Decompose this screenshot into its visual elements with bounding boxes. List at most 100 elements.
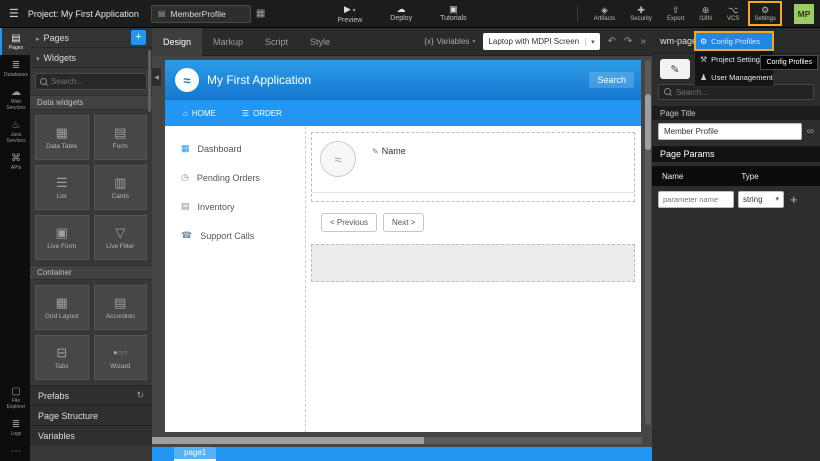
artifacts-button[interactable]: ◈ Artifacts	[591, 4, 619, 23]
search-icon	[664, 88, 672, 96]
tutorials-icon: ▣	[449, 4, 458, 14]
preview-nav-order[interactable]: ☰ ORDER	[242, 109, 282, 118]
user-avatar[interactable]: MP	[794, 4, 814, 24]
tab-design[interactable]: Design	[152, 28, 202, 56]
settings-button[interactable]: ⚙ Settings	[751, 4, 779, 23]
widget-tile-data-table[interactable]: ▦ Data Table	[35, 115, 89, 160]
next-page-button[interactable]: Next >	[383, 213, 424, 232]
rail-item-pages[interactable]: ▤ Pages	[0, 28, 30, 55]
widget-tile-cards[interactable]: ▥ Cards	[94, 165, 148, 210]
page-selector-dropdown[interactable]: ▤ MemberProfile	[151, 5, 251, 23]
previous-page-button[interactable]: < Previous	[321, 213, 377, 232]
collapse-arrow-icon	[36, 33, 44, 43]
widget-tile-live-form[interactable]: ▣ Live Form	[35, 215, 89, 260]
side-nav-support-calls[interactable]: ☎ Support Calls	[165, 221, 305, 250]
container-group-label: Container	[30, 265, 152, 280]
widget-tile-tabs[interactable]: ⊟ Tabs	[35, 335, 89, 380]
canvas-vertical-scrollbar[interactable]	[645, 60, 651, 425]
vertical-scroll-thumb[interactable]	[645, 94, 651, 150]
page-selector-value: MemberProfile	[170, 9, 225, 19]
deploy-button[interactable]: ☁ Deploy	[390, 4, 412, 24]
param-name-input[interactable]	[658, 191, 734, 208]
canvas-toolbar-right: {x} Variables Laptop with MDPI Screen ↶ …	[424, 33, 652, 50]
tutorials-button[interactable]: ▣ Tutorials	[440, 4, 467, 24]
collapse-panel-icon[interactable]: »	[640, 36, 646, 47]
widgets-header-label: Widgets	[44, 53, 77, 63]
rail-item-web-services[interactable]: ☁ Web Services	[0, 82, 30, 115]
grid-layout-icon: ▦	[56, 296, 68, 310]
menu-item-user-management[interactable]: ♟ User Management	[695, 68, 773, 86]
widget-tile-accordion[interactable]: ▤ Accordion	[94, 285, 148, 330]
undo-icon[interactable]: ↶	[608, 36, 616, 47]
add-param-button[interactable]: +	[790, 192, 798, 207]
page-structure-section-header[interactable]: Page Structure	[30, 405, 152, 425]
list-item-card[interactable]: ≈ ✎ Name	[312, 133, 634, 193]
tab-script[interactable]: Script	[254, 28, 299, 56]
param-type-select[interactable]: string	[738, 191, 784, 208]
edit-pencil-icon: ✎	[670, 63, 679, 76]
refresh-icon[interactable]: ↻	[136, 390, 144, 401]
left-panel-scrollbar[interactable]	[148, 50, 151, 112]
pages-grid-icon[interactable]: ▦	[256, 8, 265, 19]
page-title-input[interactable]	[658, 123, 802, 140]
left-icon-rail: ▤ Pages ≣ Databases ☁ Web Services ♨ Jav…	[0, 28, 30, 461]
side-nav-inventory[interactable]: ▤ Inventory	[165, 192, 305, 221]
add-page-button[interactable]: +	[131, 30, 146, 45]
preview-button[interactable]: ▶ Preview	[337, 4, 362, 24]
side-nav-pending-orders[interactable]: ◷ Pending Orders	[165, 163, 305, 192]
rail-item-file-explorer[interactable]: ▢ File Explorer	[0, 381, 30, 414]
rail-label: Databases	[3, 72, 29, 78]
rail-label: APIs	[10, 165, 23, 171]
i18n-button[interactable]: ⊕ I18N	[696, 4, 715, 23]
menu-item-config-profiles[interactable]: ⚙ Config Profiles	[695, 32, 773, 50]
preview-nav-home[interactable]: ⌂ HOME	[183, 109, 216, 118]
list-widget[interactable]: ≈ ✎ Name	[311, 132, 635, 202]
logs-icon: ≣	[12, 419, 20, 430]
container-tiles: ▦ Grid Layout ▤ Accordion ⊟ Tabs ●○○ Wiz…	[30, 280, 152, 385]
rendered-page-preview[interactable]: ≈ My First Application Search ⌂ HOME ☰ O…	[165, 60, 641, 432]
list-icon: ☰	[56, 176, 68, 190]
preview-app-title: My First Application	[207, 73, 311, 87]
vcs-button[interactable]: ⌥ VCS	[724, 4, 742, 23]
rail-item-more[interactable]: ⋯	[0, 441, 30, 461]
widget-search-input[interactable]	[51, 77, 142, 86]
horizontal-scroll-thumb[interactable]	[152, 437, 424, 444]
widget-tile-list[interactable]: ☰ List	[35, 165, 89, 210]
preview-search-button[interactable]: Search	[589, 72, 634, 88]
empty-container-widget[interactable]	[311, 244, 635, 282]
breadcrumb-label: wm-page	[660, 36, 697, 46]
prefabs-section-header[interactable]: Prefabs ↻	[30, 385, 152, 405]
more-icon: ⋯	[11, 446, 21, 457]
preview-nav-bar: ⌂ HOME ☰ ORDER	[165, 100, 641, 126]
bind-link-icon[interactable]: ∞	[807, 126, 814, 137]
edit-page-button[interactable]: ✎	[660, 59, 690, 79]
rail-item-java-services[interactable]: ♨ Java Services	[0, 115, 30, 148]
properties-search-input[interactable]	[676, 88, 808, 97]
pages-section-header[interactable]: Pages +	[30, 28, 152, 48]
variables-section-header[interactable]: Variables	[30, 425, 152, 445]
variables-dropdown[interactable]: {x} Variables	[424, 37, 475, 46]
page1-tab[interactable]: page1	[174, 447, 216, 461]
collapse-left-panel-icon[interactable]: ◀	[152, 68, 161, 86]
widgets-section-header[interactable]: Widgets	[30, 48, 152, 68]
widget-tile-wizard[interactable]: ●○○ Wizard	[94, 335, 148, 380]
rail-item-logs[interactable]: ≣ Logs	[0, 414, 30, 441]
side-nav-dashboard[interactable]: ▦ Dashboard	[165, 134, 305, 163]
preview-app-header[interactable]: ≈ My First Application Search	[165, 60, 641, 100]
canvas-horizontal-scrollbar[interactable]	[152, 437, 642, 444]
redo-icon[interactable]: ↷	[624, 36, 632, 47]
rail-item-databases[interactable]: ≣ Databases	[0, 55, 30, 82]
widget-tile-live-filter[interactable]: ▽ Live Filter	[94, 215, 148, 260]
device-dropdown[interactable]: Laptop with MDPI Screen	[483, 33, 599, 50]
security-button[interactable]: ✚ Security	[627, 4, 655, 23]
export-button[interactable]: ⇪ Export	[664, 4, 687, 23]
canvas-toolbar: Design Markup Script Style {x} Variables…	[152, 28, 652, 56]
file-explorer-icon: ▢	[11, 386, 20, 397]
widget-tile-form[interactable]: ▤ Form	[94, 115, 148, 160]
preview-label: Preview	[337, 17, 362, 24]
tab-style[interactable]: Style	[299, 28, 341, 56]
rail-item-apis[interactable]: ⌘ APIs	[0, 148, 30, 175]
hamburger-menu-icon[interactable]: ☰	[0, 7, 28, 20]
tab-markup[interactable]: Markup	[202, 28, 254, 56]
widget-tile-grid-layout[interactable]: ▦ Grid Layout	[35, 285, 89, 330]
